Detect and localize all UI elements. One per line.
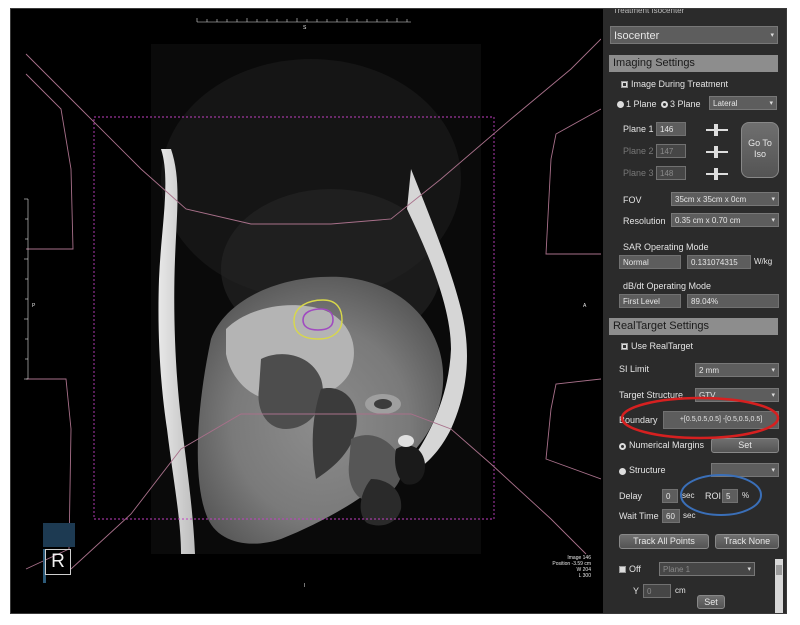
view-marker-bar <box>43 523 75 547</box>
boundary-field[interactable]: +[0.5,0.5,0.5] -[0.5,0.5,0.5] <box>663 411 779 429</box>
view-marker: R <box>45 549 71 575</box>
track-all-points-button[interactable]: Track All Points <box>619 534 709 549</box>
window-level: L 300 <box>578 573 591 579</box>
orientation-right-label: A <box>583 303 587 309</box>
isocenter-select[interactable]: Isocenter ▾ <box>610 26 778 44</box>
fov-label: FOV <box>623 195 642 205</box>
panel-scrollbar-thumb[interactable] <box>776 565 782 575</box>
y-label: Y <box>633 586 640 596</box>
plane2-label: Plane 2 <box>623 146 654 156</box>
plane-select[interactable]: Plane 1 ▾ <box>659 562 755 576</box>
boundary-label: Boundary <box>619 415 658 425</box>
track-none-button[interactable]: Track None <box>715 534 779 549</box>
chevron-down-icon: ▾ <box>771 367 775 374</box>
plane1-field[interactable]: 146 <box>656 122 686 136</box>
off-label: Off <box>629 564 641 574</box>
plane2-field[interactable]: 147 <box>656 144 686 158</box>
plane1-label: Plane 1 <box>623 124 654 134</box>
delay-field[interactable]: 0 <box>662 489 678 503</box>
chevron-down-icon: ▾ <box>747 566 751 573</box>
use-realtarget-checkbox[interactable] <box>621 343 628 350</box>
image-during-treatment-checkbox[interactable] <box>621 81 628 88</box>
plane3-slider[interactable] <box>706 168 728 180</box>
target-structure-select-value: GTV <box>699 391 716 400</box>
three-plane-radio[interactable] <box>661 101 668 108</box>
one-plane-radio[interactable] <box>617 101 624 108</box>
resolution-label: Resolution <box>623 216 666 226</box>
one-plane-label: 1 Plane <box>626 99 657 109</box>
sar-mode-field: Normal <box>619 255 681 269</box>
sar-mode-label: SAR Operating Mode <box>623 242 709 252</box>
delay-label: Delay <box>619 491 643 501</box>
orientation-select-value: Lateral <box>713 99 738 108</box>
plane3-field[interactable]: 148 <box>656 166 686 180</box>
roi-label: ROI <box>705 491 722 501</box>
structure-label: Structure <box>629 465 666 475</box>
roi-unit: % <box>742 491 750 500</box>
orientation-select[interactable]: Lateral ▾ <box>709 96 777 110</box>
go-to-iso-button[interactable]: Go To Iso <box>741 122 779 178</box>
realtarget-settings-header[interactable]: RealTarget Settings <box>609 318 778 335</box>
plane3-slider-thumb[interactable] <box>714 168 718 180</box>
y-set-button[interactable]: Set <box>697 595 725 609</box>
three-plane-label: 3 Plane <box>670 99 701 109</box>
dbdt-mode-label: dB/dt Operating Mode <box>623 281 712 291</box>
mri-image-viewer[interactable]: S I P A R Image 146 Position -3.59 cm W … <box>11 9 601 613</box>
delay-unit: sec <box>682 491 695 500</box>
chevron-down-icon: ▾ <box>771 217 775 224</box>
settings-panel: Treatment Isocenter Isocenter ▾ Imaging S… <box>603 9 786 613</box>
mri-image-canvas <box>24 18 601 570</box>
structure-select[interactable]: ▾ <box>711 463 779 477</box>
si-limit-select-value: 2 mm <box>699 366 719 375</box>
chevron-down-icon: ▾ <box>771 392 775 399</box>
image-during-treatment-label: Image During Treatment <box>631 79 729 89</box>
use-realtarget-label: Use RealTarget <box>631 341 694 351</box>
sar-unit: W/kg <box>754 257 773 266</box>
orientation-top-label: S <box>303 25 307 31</box>
numerical-margins-set-button[interactable]: Set <box>711 438 779 453</box>
dbdt-mode-field: First Level <box>619 294 681 308</box>
target-structure-select[interactable]: GTV ▾ <box>695 388 779 402</box>
target-structure-label: Target Structure <box>619 390 684 400</box>
sar-value-field: 0.131074315 <box>687 255 751 269</box>
plane1-slider-thumb[interactable] <box>714 124 718 136</box>
plane1-slider[interactable] <box>706 124 728 136</box>
orientation-bottom-label: I <box>304 583 306 589</box>
plane-select-value: Plane 1 <box>663 565 691 574</box>
si-limit-select[interactable]: 2 mm ▾ <box>695 363 779 377</box>
dbdt-value-field: 89.04% <box>687 294 779 308</box>
isocenter-select-value: Isocenter <box>614 30 660 42</box>
roi-field[interactable]: 5 <box>722 489 738 503</box>
image-info-overlay: Image 146 Position -3.59 cm W 204 L 300 <box>552 555 591 579</box>
fov-select-value: 35cm x 35cm x 0cm <box>675 195 747 204</box>
wait-time-label: Wait Time <box>619 511 659 521</box>
left-ruler <box>24 198 29 380</box>
imaging-settings-header[interactable]: Imaging Settings <box>609 55 778 72</box>
resolution-select-value: 0.35 cm x 0.70 cm <box>675 216 741 225</box>
plane3-label: Plane 3 <box>623 168 654 178</box>
y-unit: cm <box>675 586 686 595</box>
numerical-margins-radio[interactable] <box>619 443 626 450</box>
plane2-slider[interactable] <box>706 146 728 158</box>
wait-time-field[interactable]: 60 <box>662 509 680 523</box>
off-checkbox[interactable] <box>619 566 626 573</box>
wait-time-unit: sec <box>683 511 696 520</box>
chevron-down-icon: ▾ <box>770 32 774 39</box>
chevron-down-icon: ▾ <box>769 100 773 107</box>
orientation-left-label: P <box>32 303 36 309</box>
top-ruler <box>196 18 411 23</box>
treatment-isocenter-label: Treatment Isocenter <box>613 9 685 15</box>
structure-radio[interactable] <box>619 468 626 475</box>
numerical-margins-label: Numerical Margins <box>629 440 705 450</box>
resolution-select[interactable]: 0.35 cm x 0.70 cm ▾ <box>671 213 779 227</box>
si-limit-label: SI Limit <box>619 364 650 374</box>
fov-select[interactable]: 35cm x 35cm x 0cm ▾ <box>671 192 779 206</box>
mri-treatment-window: S I P A R Image 146 Position -3.59 cm W … <box>10 8 787 614</box>
panel-scrollbar[interactable] <box>775 559 783 613</box>
chevron-down-icon: ▾ <box>771 467 775 474</box>
chevron-down-icon: ▾ <box>771 196 775 203</box>
plane2-slider-thumb[interactable] <box>714 146 718 158</box>
y-field[interactable]: 0 <box>643 584 671 598</box>
